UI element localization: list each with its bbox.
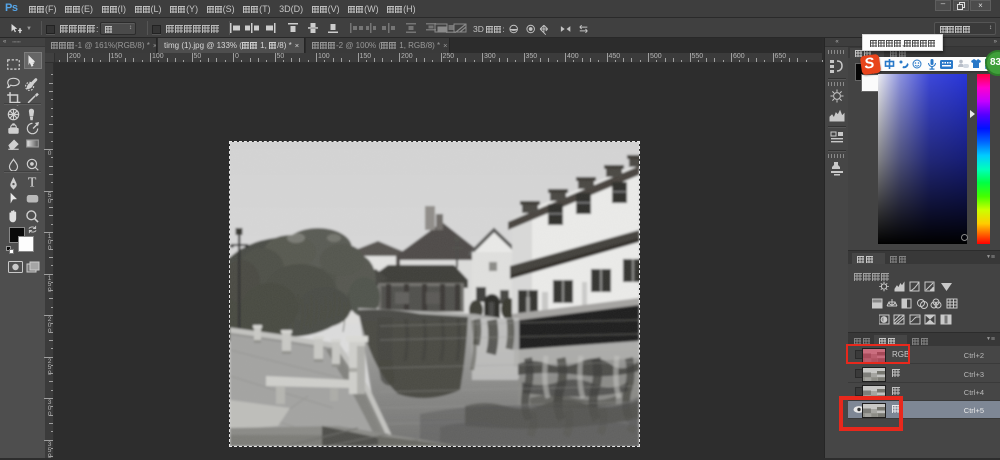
svg-text:T: T <box>28 175 37 189</box>
